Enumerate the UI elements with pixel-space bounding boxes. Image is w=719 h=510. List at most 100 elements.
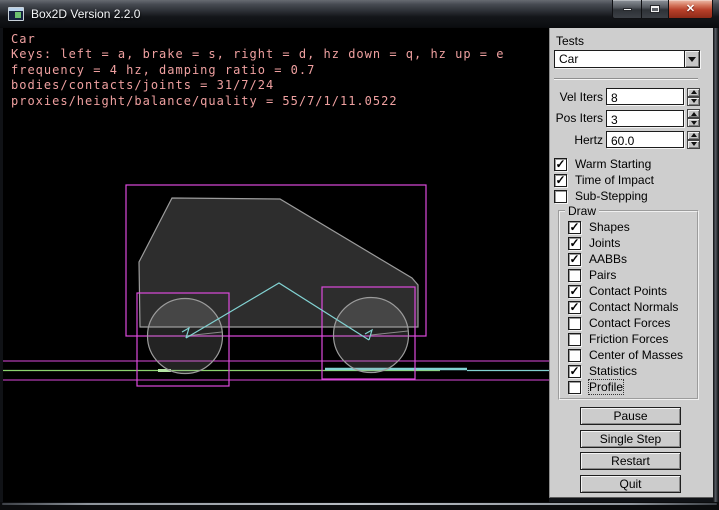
arrow-up-icon	[691, 133, 697, 137]
checkbox-label: Joints	[589, 236, 620, 250]
checkbox-label: Shapes	[589, 220, 630, 234]
checkbox-row: ✓ Joints	[568, 235, 697, 251]
spinner-up-button[interactable]	[687, 109, 700, 118]
app-window: Box2D Version 2.2.0 ✕	[0, 0, 719, 510]
restart-button[interactable]: Restart	[580, 452, 681, 470]
checkbox-label: Statistics	[589, 364, 637, 378]
checkbox-row: Friction Forces	[568, 331, 697, 347]
spinner-label: Vel Iters	[550, 90, 603, 104]
spinner-label: Hertz	[550, 133, 603, 147]
window-frame-right	[713, 28, 719, 502]
checkbox-contact-normals[interactable]: ✓	[568, 301, 581, 314]
arrow-down-icon	[691, 99, 697, 103]
single-step-button[interactable]: Single Step	[580, 430, 681, 448]
action-buttons: Pause Single Step Restart Quit	[580, 407, 681, 497]
checkbox-label: Profile	[589, 380, 623, 394]
spinner-field[interactable]: 8	[606, 88, 684, 105]
checkbox-pairs[interactable]	[568, 269, 581, 282]
window-controls: ✕	[612, 0, 713, 19]
spinner-field[interactable]: 3	[606, 110, 684, 127]
minimize-icon	[623, 8, 632, 11]
maximize-button[interactable]	[641, 0, 669, 19]
checkbox-contact-points[interactable]: ✓	[568, 285, 581, 298]
info-line: bodies/contacts/joints = 31/7/24	[11, 78, 504, 93]
checkbox-row: Profile	[568, 379, 697, 395]
spinner-rows: Vel Iters8Pos Iters3Hertz60.0	[550, 86, 714, 151]
checkbox-label: Warm Starting	[575, 157, 651, 171]
arrow-up-icon	[691, 112, 697, 116]
checkbox-statistics[interactable]: ✓	[568, 365, 581, 378]
draw-checkboxes: ✓Shapes✓Joints✓AABBsPairs✓Contact Points…	[560, 218, 697, 395]
checkbox-aabbs[interactable]: ✓	[568, 253, 581, 266]
spinner-down-button[interactable]	[687, 140, 700, 149]
tests-dropdown-value: Car	[555, 52, 684, 66]
checkbox-contact-forces[interactable]	[568, 317, 581, 330]
checkbox-joints[interactable]: ✓	[568, 237, 581, 250]
spinner-field[interactable]: 60.0	[606, 131, 684, 148]
tests-label: Tests	[556, 34, 584, 48]
window-frame-bottom	[0, 502, 719, 510]
checkbox-label: Center of Masses	[589, 348, 683, 362]
spinner-down-button[interactable]	[687, 97, 700, 106]
separator	[554, 78, 698, 80]
checkbox-row: Center of Masses	[568, 347, 697, 363]
checkbox-row: ✓ Contact Points	[568, 283, 697, 299]
checkbox-label: Contact Normals	[589, 300, 678, 314]
spinner-up-button[interactable]	[687, 131, 700, 140]
checkbox-row: ✓ Time of Impact	[554, 172, 654, 188]
checkbox-sub-stepping[interactable]	[554, 190, 567, 203]
checkbox-friction-forces[interactable]	[568, 333, 581, 346]
info-line: proxies/height/balance/quality = 55/7/1/…	[11, 94, 504, 109]
minimize-button[interactable]	[612, 0, 642, 19]
info-line: frequency = 4 hz, damping ratio = 0.7	[11, 63, 504, 78]
checkbox-label: Contact Points	[589, 284, 667, 298]
close-button[interactable]: ✕	[668, 0, 713, 19]
checkbox-profile[interactable]	[568, 381, 581, 394]
arrow-up-icon	[691, 90, 697, 94]
checkbox-row: ✓ Warm Starting	[554, 156, 654, 172]
title-bar[interactable]: Box2D Version 2.2.0 ✕	[0, 0, 719, 28]
checkbox-row: ✓ AABBs	[568, 251, 697, 267]
spinner-label: Pos Iters	[550, 111, 603, 125]
tests-dropdown-button[interactable]	[684, 51, 699, 67]
spinner-row: Vel Iters8	[550, 86, 714, 108]
checkbox-warm-starting[interactable]: ✓	[554, 158, 567, 171]
arrow-down-icon	[691, 121, 697, 125]
spinner-row: Pos Iters3	[550, 108, 714, 130]
checkbox-label: Sub-Stepping	[575, 189, 648, 203]
checkbox-row: Pairs	[568, 267, 697, 283]
maximize-icon	[650, 5, 660, 13]
checkbox-row: ✓ Contact Normals	[568, 299, 697, 315]
checkbox-center-of-masses[interactable]	[568, 349, 581, 362]
spinner-control	[687, 88, 700, 106]
checkbox-label: AABBs	[589, 252, 627, 266]
tests-dropdown[interactable]: Car	[554, 50, 700, 68]
checkbox-shapes[interactable]: ✓	[568, 221, 581, 234]
window-title: Box2D Version 2.2.0	[31, 7, 140, 21]
draw-group-label: Draw	[565, 204, 599, 218]
control-panel: Tests Car Vel Iters8Pos Iters3Hertz60.0 …	[549, 28, 713, 498]
spinner-control	[687, 109, 700, 127]
statistics-text: CarKeys: left = a, brake = s, right = d,…	[11, 32, 504, 109]
spinner-control	[687, 131, 700, 149]
checkbox-time-of-impact[interactable]: ✓	[554, 174, 567, 187]
draw-group: Draw ✓Shapes✓Joints✓AABBsPairs✓Contact P…	[558, 204, 699, 400]
checkbox-label: Friction Forces	[589, 332, 668, 346]
app-icon	[8, 7, 24, 21]
pause-button[interactable]: Pause	[580, 407, 681, 425]
spinner-up-button[interactable]	[687, 88, 700, 97]
checkbox-row: Sub-Stepping	[554, 188, 654, 204]
checkbox-label: Contact Forces	[589, 316, 670, 330]
spinner-row: Hertz60.0	[550, 129, 714, 151]
checkbox-row: ✓ Statistics	[568, 363, 697, 379]
checkbox-row: ✓ Shapes	[568, 219, 697, 235]
checkbox-label: Time of Impact	[575, 173, 654, 187]
simulation-canvas[interactable]: CarKeys: left = a, brake = s, right = d,…	[3, 28, 549, 502]
spinner-down-button[interactable]	[687, 118, 700, 127]
quit-button[interactable]: Quit	[580, 475, 681, 493]
checkbox-row: Contact Forces	[568, 315, 697, 331]
info-line: Car	[11, 32, 504, 47]
close-icon: ✕	[686, 4, 695, 15]
main-checkboxes: ✓ Warm Starting ✓ Time of Impact Sub-Steppin…	[554, 156, 654, 204]
arrow-down-icon	[691, 142, 697, 146]
